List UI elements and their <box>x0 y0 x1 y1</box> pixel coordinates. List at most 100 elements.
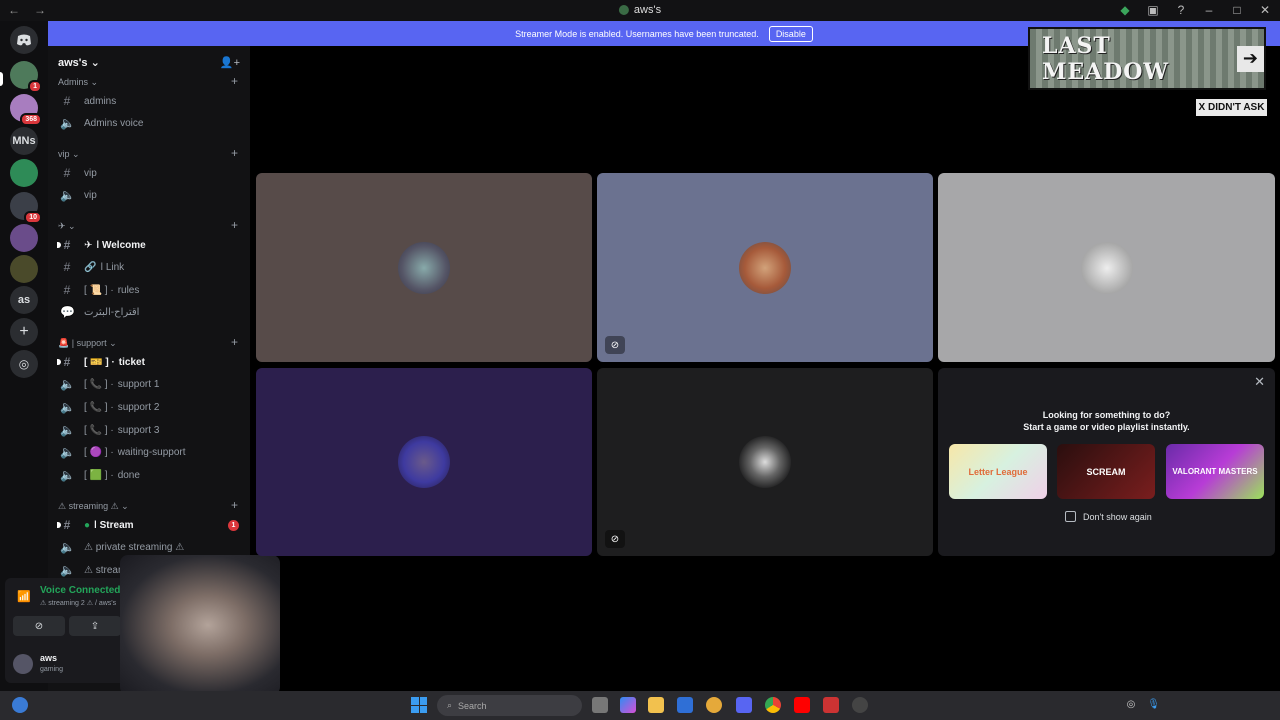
create-channel-icon[interactable]: + <box>231 74 238 88</box>
participant-tile[interactable]: ⊘ <box>597 368 933 556</box>
taskbar-search[interactable]: ⌕ Search <box>437 695 582 716</box>
server-icon-1[interactable]: 1 <box>10 61 42 93</box>
activity-card-valorant[interactable]: VALORANT MASTERS <box>1166 444 1264 499</box>
channel-welcome[interactable]: # ✈ ǀ Welcome <box>57 235 245 255</box>
create-channel-icon[interactable]: + <box>231 146 238 160</box>
channel-done[interactable]: 🔈[ 🟩 ] · done <box>60 465 245 485</box>
file-explorer-icon[interactable] <box>648 697 664 713</box>
arrow-right-icon[interactable]: → <box>34 3 46 17</box>
channel-stream[interactable]: # ● ǀ Stream 1 <box>57 515 245 535</box>
minimize-icon[interactable]: – <box>1202 3 1216 17</box>
overlay-title: LAST MEADOW <box>1042 32 1170 85</box>
app-icon[interactable] <box>823 697 839 713</box>
create-channel-icon[interactable]: + <box>231 498 238 512</box>
camera-off-button[interactable]: ⊘ <box>13 616 65 636</box>
weather-icon[interactable] <box>12 697 28 713</box>
server-icon-4[interactable] <box>10 159 38 187</box>
channel-support-1[interactable]: 🔈[ 📞 ] · support 1 <box>60 374 245 394</box>
disable-button[interactable]: Disable <box>768 25 813 42</box>
channel-support-3[interactable]: 🔈[ 📞 ] · support 3 <box>60 420 245 440</box>
nitro-icon[interactable]: ◆ <box>1118 3 1132 17</box>
hash-icon: # <box>63 238 71 252</box>
add-server-icon[interactable]: + <box>10 318 38 346</box>
speaker-icon: 🔈 <box>60 400 75 414</box>
discord-home-icon[interactable] <box>10 26 38 54</box>
channel-vip-text[interactable]: # vip <box>60 163 245 183</box>
avatar <box>398 436 450 488</box>
channel-suggestions[interactable]: 💬 اقتراح-البثرت <box>60 302 245 322</box>
server-icon-mns[interactable]: MNs <box>10 127 38 155</box>
scroll-icon: [ 📜 ] · <box>84 284 114 296</box>
dont-show-again[interactable]: Don't show again <box>1065 511 1152 522</box>
participant-tile[interactable]: ⊘ <box>597 173 933 362</box>
last-meadow-overlay: LAST MEADOW ➔ <box>1028 27 1266 90</box>
server-icon-7[interactable] <box>10 255 38 283</box>
screen-share-button[interactable]: ⇪ <box>69 616 121 636</box>
copilot-icon[interactable] <box>620 697 636 713</box>
server-icon-6[interactable] <box>10 224 38 252</box>
server-icon-2[interactable]: 368 <box>10 94 42 126</box>
activity-heading: Looking for something to do? <box>1042 410 1171 420</box>
nav-controls: ← → <box>8 3 46 17</box>
task-view-icon[interactable] <box>592 697 608 713</box>
close-icon[interactable]: ✕ <box>1254 374 1265 390</box>
channel-admins[interactable]: # admins <box>60 91 245 111</box>
speech-bubble-icon: 💬 <box>60 305 75 319</box>
green-circle-icon: ● <box>84 519 91 531</box>
voice-location[interactable]: ⚠ streaming 2 ⚠ / aws's <box>40 599 116 607</box>
speaker-icon: 🔈 <box>60 468 75 482</box>
channel-ticket[interactable]: #[ 🎫 ] · ticket <box>57 352 245 372</box>
hash-icon: # <box>63 283 71 297</box>
category-streaming[interactable]: ⚠ streaming ⚠ ⌄ <box>58 501 129 512</box>
channel-private-streaming[interactable]: 🔈 ⚠ private streaming ⚠ <box>60 537 245 557</box>
signal-icon[interactable]: 📶 <box>17 590 31 603</box>
activity-card-scream[interactable]: SCREAM <box>1057 444 1155 499</box>
invite-people-icon[interactable]: 👤+ <box>220 56 240 69</box>
channel-rules[interactable]: #[ 📜 ] · rules <box>60 280 245 300</box>
chrome-icon[interactable] <box>765 697 781 713</box>
avatar[interactable] <box>13 654 33 674</box>
server-icon-5[interactable]: 10 <box>10 192 42 224</box>
category-admins[interactable]: Admins ⌄ <box>58 77 98 88</box>
server-icon-as[interactable]: as <box>10 286 38 314</box>
siren-icon: 🚨 <box>58 338 70 348</box>
checkbox-label: Don't show again <box>1083 511 1152 522</box>
chrome-canary-icon[interactable] <box>706 697 722 713</box>
voice-status[interactable]: Voice Connected <box>40 585 120 596</box>
close-icon[interactable]: ✕ <box>1258 3 1272 17</box>
server-name-header[interactable]: aws's ⌄ <box>58 56 100 69</box>
channel-link[interactable]: # 🔗 ǀ Link <box>60 257 245 277</box>
obs-icon[interactable] <box>852 697 868 713</box>
discover-icon[interactable]: ◎ <box>10 350 38 378</box>
create-channel-icon[interactable]: + <box>231 335 238 349</box>
channel-admins-voice[interactable]: 🔈 Admins voice <box>60 113 245 133</box>
microphone-icon[interactable]: 🎙 <box>1147 699 1160 710</box>
arrow-right-icon: ➔ <box>1236 45 1264 72</box>
active-server-pill <box>0 72 3 86</box>
category-vip[interactable]: vip ⌄ <box>58 149 80 160</box>
youtube-icon[interactable] <box>794 697 810 713</box>
camera-off-icon: ⊘ <box>605 336 625 354</box>
tray-icon[interactable]: ◎ <box>1127 699 1136 710</box>
participant-tile[interactable] <box>938 173 1275 362</box>
checkbox[interactable] <box>1065 511 1076 522</box>
windows-start-icon[interactable] <box>411 697 427 713</box>
category-info[interactable]: ✈ ⌄ <box>58 221 76 232</box>
category-support[interactable]: 🚨 | support ⌄ <box>58 338 117 349</box>
maximize-icon[interactable]: □ <box>1230 3 1244 17</box>
inbox-icon[interactable]: ▣ <box>1146 3 1160 17</box>
channel-waiting-support[interactable]: 🔈[ 🟣 ] · waiting-support <box>60 442 245 462</box>
store-icon[interactable] <box>677 697 693 713</box>
participant-tile[interactable] <box>256 173 592 362</box>
help-icon[interactable]: ? <box>1174 3 1188 17</box>
arrow-left-icon[interactable]: ← <box>8 3 20 17</box>
channel-vip-voice[interactable]: 🔈 vip <box>60 185 245 205</box>
channel-support-2[interactable]: 🔈[ 📞 ] · support 2 <box>60 397 245 417</box>
speaker-icon: 🔈 <box>60 445 75 459</box>
username[interactable]: aws <box>40 653 57 663</box>
discord-taskbar-icon[interactable] <box>736 697 752 713</box>
create-channel-icon[interactable]: + <box>231 218 238 232</box>
participant-tile[interactable] <box>256 368 592 556</box>
activity-card-letter-league[interactable]: Letter League <box>949 444 1047 499</box>
user-status: gaming <box>40 666 63 673</box>
